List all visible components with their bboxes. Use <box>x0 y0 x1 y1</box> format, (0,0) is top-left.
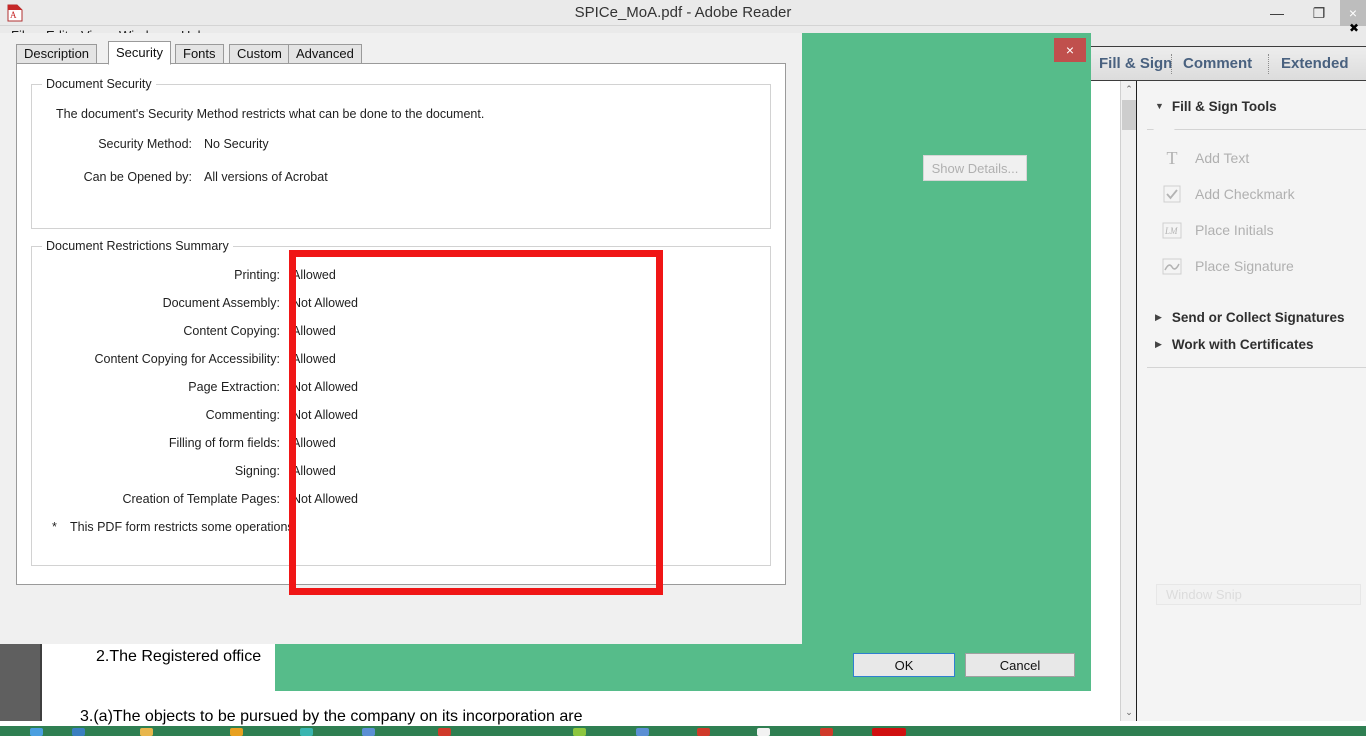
fill-and-sign-panel: ▼ Fill & Sign Tools T Add Text Add Check… <box>1136 81 1366 721</box>
scrollbar-thumb[interactable] <box>1122 100 1136 130</box>
tool-add-text-label: Add Text <box>1195 150 1250 166</box>
restriction-value-signing: Allowed <box>292 464 336 478</box>
taskbar-icon-7[interactable] <box>438 728 451 736</box>
tool-place-signature-label: Place Signature <box>1195 258 1294 274</box>
taskbar-icon-5[interactable] <box>300 728 313 736</box>
restriction-label-page-extraction: Page Extraction: <box>188 380 280 394</box>
chevron-right-icon: ▶ <box>1155 311 1162 322</box>
show-details-button[interactable]: Show Details... <box>923 155 1027 181</box>
tab-comment[interactable]: Comment <box>1183 47 1252 80</box>
section-send-or-collect-signatures-label: Send or Collect Signatures <box>1171 309 1345 325</box>
taskbar-icon-4[interactable] <box>230 728 243 736</box>
document-restrictions-group: Document Restrictions Summary Printing: … <box>31 239 771 566</box>
doc-item-3: 3.(a)The objects to be pursued by the co… <box>80 708 583 725</box>
restrictions-note: This PDF form restricts some operations. <box>70 520 298 534</box>
restriction-value-commenting: Not Allowed <box>292 408 359 422</box>
panel-divider <box>1147 129 1366 130</box>
window-minimize-button[interactable]: — <box>1256 0 1298 26</box>
right-toolbar-tabs: Fill & Sign Comment Extended <box>1084 46 1366 81</box>
tab-custom[interactable]: Custom <box>229 44 290 63</box>
document-security-group: Document Security The document's Securit… <box>31 77 771 229</box>
tab-separator <box>1268 54 1269 74</box>
tab-security[interactable]: Security <box>108 41 171 65</box>
section-work-with-certificates[interactable]: ▶ Work with Certificates <box>1137 333 1366 355</box>
document-security-legend: Document Security <box>42 77 156 91</box>
taskbar-icon-8[interactable] <box>573 728 586 736</box>
restriction-label-creation-of-template-pages: Creation of Template Pages: <box>122 492 280 506</box>
restriction-label-filling-of-form-fields: Filling of form fields: <box>168 436 280 450</box>
restriction-value-document-assembly: Not Allowed <box>292 296 359 310</box>
restriction-label-content-copying: Content Copying: <box>183 324 280 338</box>
tab-advanced[interactable]: Advanced <box>288 44 362 63</box>
restriction-label-printing: Printing: <box>234 268 280 282</box>
restriction-value-filling-of-form-fields: Allowed <box>292 436 336 450</box>
taskbar-icon-1[interactable] <box>30 728 43 736</box>
security-tab-panel: Document Security The document's Securit… <box>16 63 786 585</box>
chevron-right-icon: ▶ <box>1155 338 1162 349</box>
can-be-opened-by-value: All versions of Acrobat <box>204 170 328 184</box>
place-signature-icon <box>1161 256 1183 276</box>
section-work-with-certificates-label: Work with Certificates <box>1171 336 1314 352</box>
svg-text:LM: LM <box>1164 226 1178 236</box>
taskbar-icon-6[interactable] <box>362 728 375 736</box>
restriction-value-page-extraction: Not Allowed <box>292 380 359 394</box>
ok-button[interactable]: OK <box>853 653 955 677</box>
restriction-value-content-copying: Allowed <box>292 324 336 338</box>
tab-description[interactable]: Description <box>16 44 98 63</box>
panel-notch <box>1153 121 1175 130</box>
taskbar-icon-3[interactable] <box>140 728 153 736</box>
restriction-label-commenting: Commenting: <box>205 408 280 422</box>
panel-edge <box>1136 81 1137 721</box>
os-taskbar <box>0 726 1366 736</box>
tool-place-initials[interactable]: LM Place Initials <box>1137 215 1366 245</box>
tool-add-checkmark[interactable]: Add Checkmark <box>1137 179 1366 209</box>
tab-separator <box>1171 54 1172 74</box>
restriction-label-signing: Signing: <box>234 464 280 478</box>
window-maximize-button[interactable]: ❐ <box>1298 0 1340 26</box>
panel-divider-2 <box>1147 367 1366 368</box>
place-initials-icon: LM <box>1161 220 1183 240</box>
can-be-opened-by-label: Can be Opened by: <box>83 170 192 184</box>
restriction-label-document-assembly: Document Assembly: <box>162 296 280 310</box>
fill-sign-tools-header[interactable]: ▼ Fill & Sign Tools <box>1137 95 1366 117</box>
cancel-button[interactable]: Cancel <box>965 653 1075 677</box>
taskbar-icon-11[interactable] <box>757 728 770 736</box>
tool-place-initials-label: Place Initials <box>1195 222 1274 238</box>
section-send-or-collect-signatures[interactable]: ▶ Send or Collect Signatures <box>1137 306 1366 328</box>
window-title-bar: A SPICe_MoA.pdf - Adobe Reader — ❐ × <box>0 0 1366 26</box>
tool-place-signature[interactable]: Place Signature <box>1137 251 1366 281</box>
add-checkmark-icon <box>1161 184 1183 204</box>
scroll-down-arrow[interactable]: ⌄ <box>1121 704 1137 721</box>
tool-add-text[interactable]: T Add Text <box>1137 143 1366 173</box>
taskbar-icon-10[interactable] <box>697 728 710 736</box>
taskbar-icon-12[interactable] <box>820 728 833 736</box>
security-method-label: Security Method: <box>98 137 192 151</box>
taskbar-icon-9[interactable] <box>636 728 649 736</box>
window-title: SPICe_MoA.pdf - Adobe Reader <box>574 4 792 21</box>
taskbar-icon-active[interactable] <box>872 728 906 736</box>
tab-fill-and-sign[interactable]: Fill & Sign <box>1099 47 1172 80</box>
document-restrictions-legend: Document Restrictions Summary <box>42 239 233 253</box>
restriction-label-content-copying-accessibility: Content Copying for Accessibility: <box>94 352 280 366</box>
chevron-down-icon: ▼ <box>1155 101 1164 111</box>
taskbar-icon-2[interactable] <box>72 728 85 736</box>
restriction-value-creation-of-template-pages: Not Allowed <box>292 492 359 506</box>
tab-fonts[interactable]: Fonts <box>175 44 224 63</box>
snip-close-icon[interactable]: ✖ <box>1349 21 1359 35</box>
restriction-value-printing: Allowed <box>292 268 336 282</box>
tab-extended[interactable]: Extended <box>1281 47 1349 80</box>
security-description: The document's Security Method restricts… <box>56 107 485 121</box>
security-method-value: No Security <box>204 137 269 151</box>
tool-add-checkmark-label: Add Checkmark <box>1195 186 1295 202</box>
restrictions-note-star: * <box>52 520 57 534</box>
document-scrollbar[interactable]: ⌃ ⌄ <box>1120 81 1136 721</box>
restriction-value-content-copying-accessibility: Allowed <box>292 352 336 366</box>
scroll-up-arrow[interactable]: ⌃ <box>1121 81 1137 98</box>
add-text-icon: T <box>1166 147 1178 168</box>
dialog-close-button[interactable]: × <box>1054 38 1086 62</box>
window-snip-field[interactable]: Window Snip <box>1156 584 1361 605</box>
doc-item-2: 2.The Registered office <box>96 648 262 665</box>
fill-sign-tools-label: Fill & Sign Tools <box>1171 98 1277 114</box>
